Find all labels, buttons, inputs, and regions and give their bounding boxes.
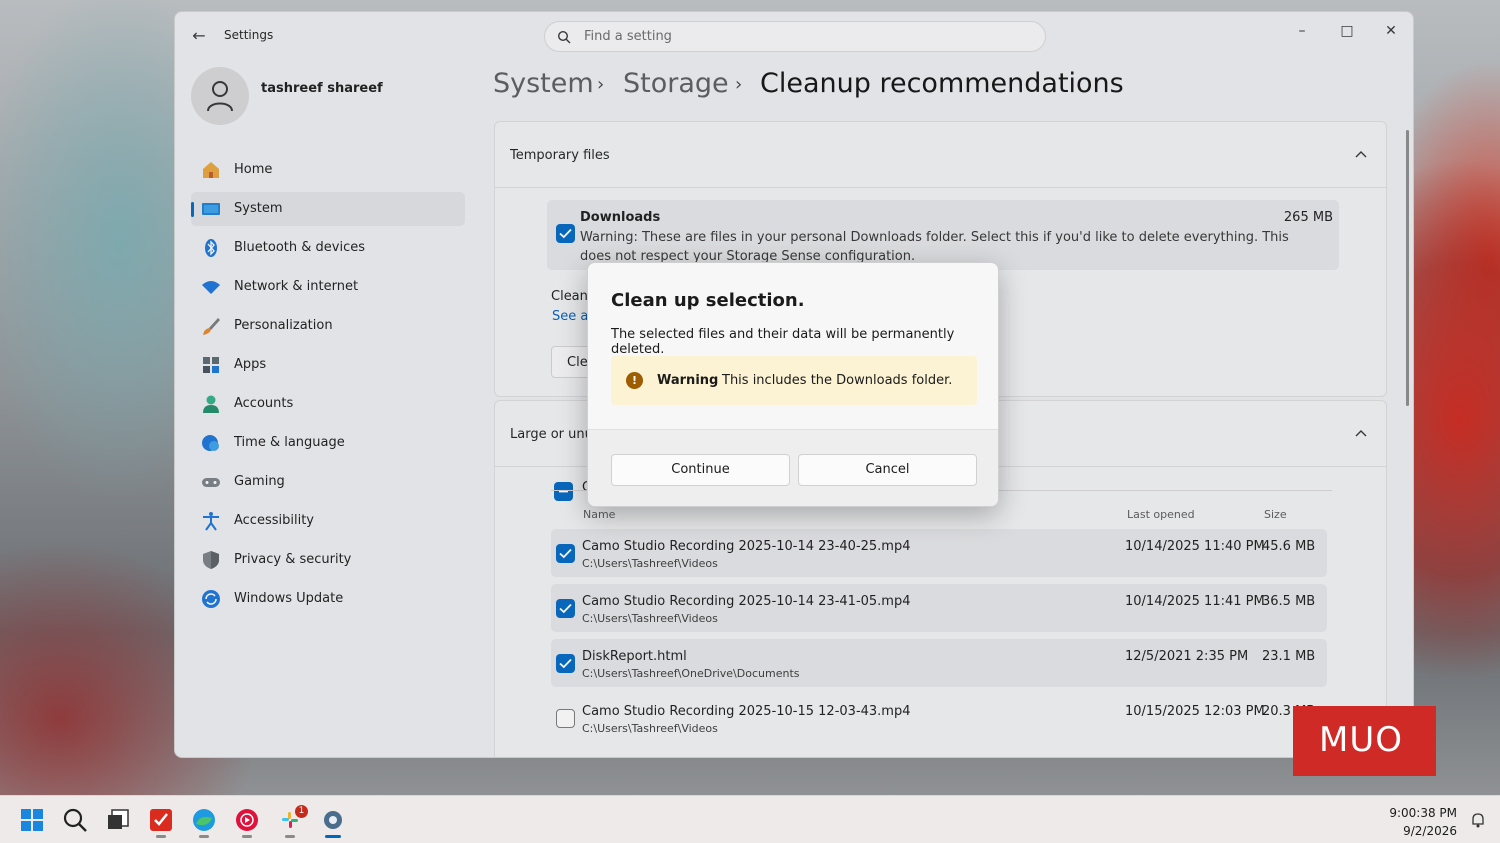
running-indicator: [156, 835, 166, 838]
task-view-icon[interactable]: [104, 806, 132, 834]
clock-date: 9/2/2026: [1403, 824, 1457, 838]
clock-time: 9:00:38 PM: [1389, 806, 1457, 820]
edge-icon[interactable]: [190, 806, 218, 834]
running-indicator: [285, 835, 295, 838]
watermark-text: MUO: [1319, 720, 1403, 760]
search-icon[interactable]: [61, 806, 89, 834]
todoist-icon[interactable]: [147, 806, 175, 834]
youtube-music-icon[interactable]: [233, 806, 261, 834]
start-icon[interactable]: [18, 806, 46, 834]
running-indicator: [199, 835, 209, 838]
dialog-message: The selected files and their data will b…: [611, 327, 955, 357]
taskbar: 9:00:38 PM 9/2/2026: [0, 795, 1500, 843]
dialog-title: Clean up selection.: [611, 290, 805, 311]
warning-icon: !: [626, 372, 643, 389]
active-indicator: [325, 835, 341, 838]
settings-icon[interactable]: [319, 806, 347, 834]
system-clock[interactable]: 9:00:38 PM 9/2/2026: [1389, 804, 1457, 840]
notification-badge: 1: [295, 805, 308, 818]
continue-button[interactable]: Continue: [611, 454, 790, 486]
warning-infobar: ! Warning This includes the Downloads fo…: [611, 356, 977, 405]
cancel-button[interactable]: Cancel: [798, 454, 977, 486]
notification-bell-icon[interactable]: [1470, 812, 1486, 828]
running-indicator: [242, 835, 252, 838]
dialog-footer: Continue Cancel: [588, 429, 998, 506]
warning-label: Warning: [657, 373, 719, 388]
muo-watermark-logo: MUO: [1293, 706, 1436, 776]
cleanup-confirm-dialog: Clean up selection. The selected files a…: [587, 262, 999, 507]
warning-text: This includes the Downloads folder.: [722, 373, 953, 388]
